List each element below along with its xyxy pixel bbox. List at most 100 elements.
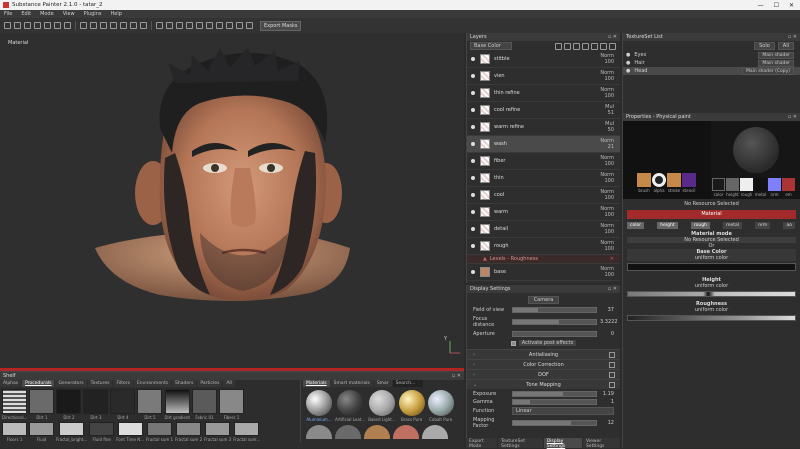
tab-display-settings[interactable]: Display Settings [543,438,582,449]
visibility-icon[interactable] [471,159,475,163]
procedural-item[interactable]: Fluid [29,422,54,442]
procedural-item[interactable]: Fabric 01 [191,389,217,420]
procedural-item[interactable]: Dirt gradient [164,389,190,420]
material-item[interactable] [393,425,419,439]
aperture-slider[interactable] [512,331,597,337]
panel-close-icon[interactable]: ▫ ✕ [452,373,464,379]
procedural-item[interactable]: Fractal sum 1 [146,422,173,442]
procedural-item[interactable]: Fibers 1 [218,389,244,420]
add-effect-icon[interactable] [582,42,589,50]
color-correction-section[interactable]: › Color Correction [467,359,620,369]
mapping-slider[interactable] [512,420,597,426]
layer-opacity[interactable]: 51 [608,110,614,116]
mask-icon[interactable] [90,22,97,29]
tab-procedurals[interactable]: Procedurals [22,380,55,387]
clone-tool-icon[interactable] [54,22,61,29]
stencil-icon[interactable] [120,22,127,29]
tab-filters[interactable]: Filters [113,380,133,387]
material-item[interactable]: Artificial Leat... [335,390,365,422]
menu-help[interactable]: Help [110,11,121,17]
lazy-mouse-icon[interactable] [100,22,107,29]
layer-opacity[interactable]: 100 [604,272,614,278]
visibility-icon[interactable] [471,244,475,248]
aperture-value[interactable]: 0 [600,331,614,337]
procedural-item[interactable]: Fractal sum 3 [204,422,231,442]
screenshot-icon[interactable] [176,22,183,29]
material-item[interactable]: Cobalt Pure [427,390,454,422]
procedural-item[interactable]: Dirt 2 [56,389,82,420]
focus-slider[interactable] [512,319,597,325]
layer-opacity[interactable]: 100 [604,178,614,184]
material-item[interactable]: Baked Light... [368,390,396,422]
tab-smart-materials[interactable]: Smart materials [330,380,373,387]
tab-generators[interactable]: Generators [55,380,87,387]
layer-row[interactable]: fiber Norm 100 [467,153,620,170]
tab-textures[interactable]: Textures [87,380,113,387]
procedural-item[interactable]: Dirt 4 [110,389,136,420]
layout-icon[interactable] [186,22,193,29]
base-color-value[interactable]: uniform color [627,255,796,261]
exposure-slider[interactable] [512,391,597,397]
remove-effect-icon[interactable]: ✕ [610,256,614,262]
chip-height[interactable]: height [657,222,678,229]
layer-row[interactable]: base Norm 100 [467,264,620,281]
layer-opacity[interactable]: 100 [604,59,614,65]
bake-icon[interactable] [236,22,243,29]
color-correction-checkbox[interactable] [609,362,615,368]
layer-row[interactable]: thin refine Norm 100 [467,85,620,102]
shader-select[interactable]: Main shader [758,59,794,67]
brush-icon[interactable] [130,22,137,29]
panel-close-icon[interactable]: ▫ ✕ [608,286,620,292]
layer-row[interactable]: warm refine Mul 50 [467,119,620,136]
procedural-item[interactable]: Dirt 1 [29,389,55,420]
visibility-icon[interactable] [471,108,475,112]
gamma-slider[interactable] [512,399,597,405]
add-fill-layer-icon[interactable] [564,42,571,50]
post-effects-row[interactable]: Activate post effects [473,340,614,346]
tab-shaders[interactable]: Shaders [172,380,197,387]
visibility-icon[interactable] [471,91,475,95]
panel-close-icon[interactable]: ▫ ✕ [788,114,800,120]
material-item[interactable] [306,425,332,439]
polygon-fill-icon[interactable] [34,22,41,29]
add-mask-icon[interactable] [573,42,580,50]
tone-mapping-section[interactable]: ⌄ Tone Mapping [467,379,620,389]
procedural-item[interactable]: Fractal_bright... [56,422,87,442]
maximize-button[interactable]: ☐ [774,2,779,9]
textureset-row-selected[interactable]: ● Head Main shader (Copy) [623,67,800,75]
radio-icon[interactable]: ● [626,52,630,58]
material-nrm-slot[interactable]: nrm [768,178,781,197]
procedural-item[interactable]: Floors 1 [2,422,27,442]
chip-color[interactable]: color [627,222,645,229]
material-section-header[interactable]: Material [627,210,796,219]
textureset-row[interactable]: ● Hair Main shader [623,59,800,67]
layer-opacity[interactable]: 100 [604,246,614,252]
dof-section[interactable]: › DOF [467,369,620,379]
brush-slot[interactable]: brush [637,173,651,193]
layer-row[interactable]: detail Norm 100 [467,221,620,238]
tab-materials[interactable]: Materials [303,380,330,387]
stroke-icon[interactable] [110,22,117,29]
layer-row[interactable]: warm Norm 100 [467,204,620,221]
layer-opacity[interactable]: 100 [604,93,614,99]
paint-tool-icon[interactable] [4,22,11,29]
add-layer-icon[interactable] [555,42,562,50]
tone-mapping-checkbox[interactable] [609,382,615,388]
menu-view[interactable]: View [63,11,75,17]
visibility-icon[interactable] [471,125,475,129]
projection-tool-icon[interactable] [24,22,31,29]
visibility-icon[interactable] [471,193,475,197]
visibility-icon[interactable] [471,74,475,78]
view-mode-icon[interactable] [156,22,163,29]
camera-icon[interactable] [166,22,173,29]
channel-select[interactable]: Base Color [470,42,512,50]
radio-icon[interactable]: ● [626,68,630,74]
textureset-row[interactable]: ● Eyes Main shader [623,51,800,59]
visibility-icon[interactable] [471,210,475,214]
duplicate-layer-icon[interactable] [600,42,607,50]
exposure-value[interactable]: 1.19 [600,391,614,397]
material-item[interactable]: Brass Pure [398,390,425,422]
tab-alphas[interactable]: Alphas [0,380,22,387]
layer-opacity[interactable]: 100 [604,195,614,201]
delete-layer-icon[interactable] [609,42,616,50]
